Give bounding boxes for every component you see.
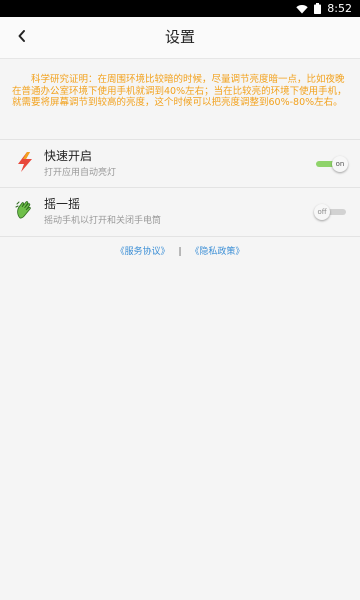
divider xyxy=(0,187,360,188)
link-separator: | xyxy=(178,247,182,257)
service-agreement-link[interactable]: 《服务协议》 xyxy=(116,247,170,257)
brightness-notice: 科学研究证明：在周围环境比较暗的时候，尽量调节亮度暗一点，比如夜晚在普通办公室环… xyxy=(12,74,347,108)
header: 设置 xyxy=(0,17,360,59)
setting-row-shake: 摇一摇 摇动手机以打开和关闭手电筒 off xyxy=(0,189,360,235)
shake-toggle[interactable]: off xyxy=(314,204,348,220)
privacy-policy-link[interactable]: 《隐私政策》 xyxy=(190,247,244,257)
setting-desc: 摇动手机以打开和关闭手电筒 xyxy=(44,216,162,226)
status-icons: 8:52 xyxy=(296,0,352,17)
shake-hand-icon xyxy=(14,199,36,221)
setting-title: 摇一摇 xyxy=(44,197,81,211)
battery-icon xyxy=(314,0,322,18)
divider xyxy=(0,139,360,140)
page-title: 设置 xyxy=(164,28,195,46)
lightning-icon xyxy=(14,151,36,173)
status-bar: 8:52 xyxy=(0,0,360,17)
setting-row-quick-start: 快速开启 打开应用自动亮灯 on xyxy=(0,141,360,187)
toggle-knob-label: on xyxy=(332,156,348,172)
quick-start-toggle[interactable]: on xyxy=(316,156,348,172)
footer-links: 《服务协议》 | 《隐私政策》 xyxy=(0,246,360,258)
status-time: 8:52 xyxy=(327,2,352,15)
wifi-icon xyxy=(296,0,308,18)
toggle-knob-label: off xyxy=(314,204,330,220)
divider xyxy=(0,236,360,237)
setting-desc: 打开应用自动亮灯 xyxy=(44,168,117,178)
setting-title: 快速开启 xyxy=(44,149,93,163)
